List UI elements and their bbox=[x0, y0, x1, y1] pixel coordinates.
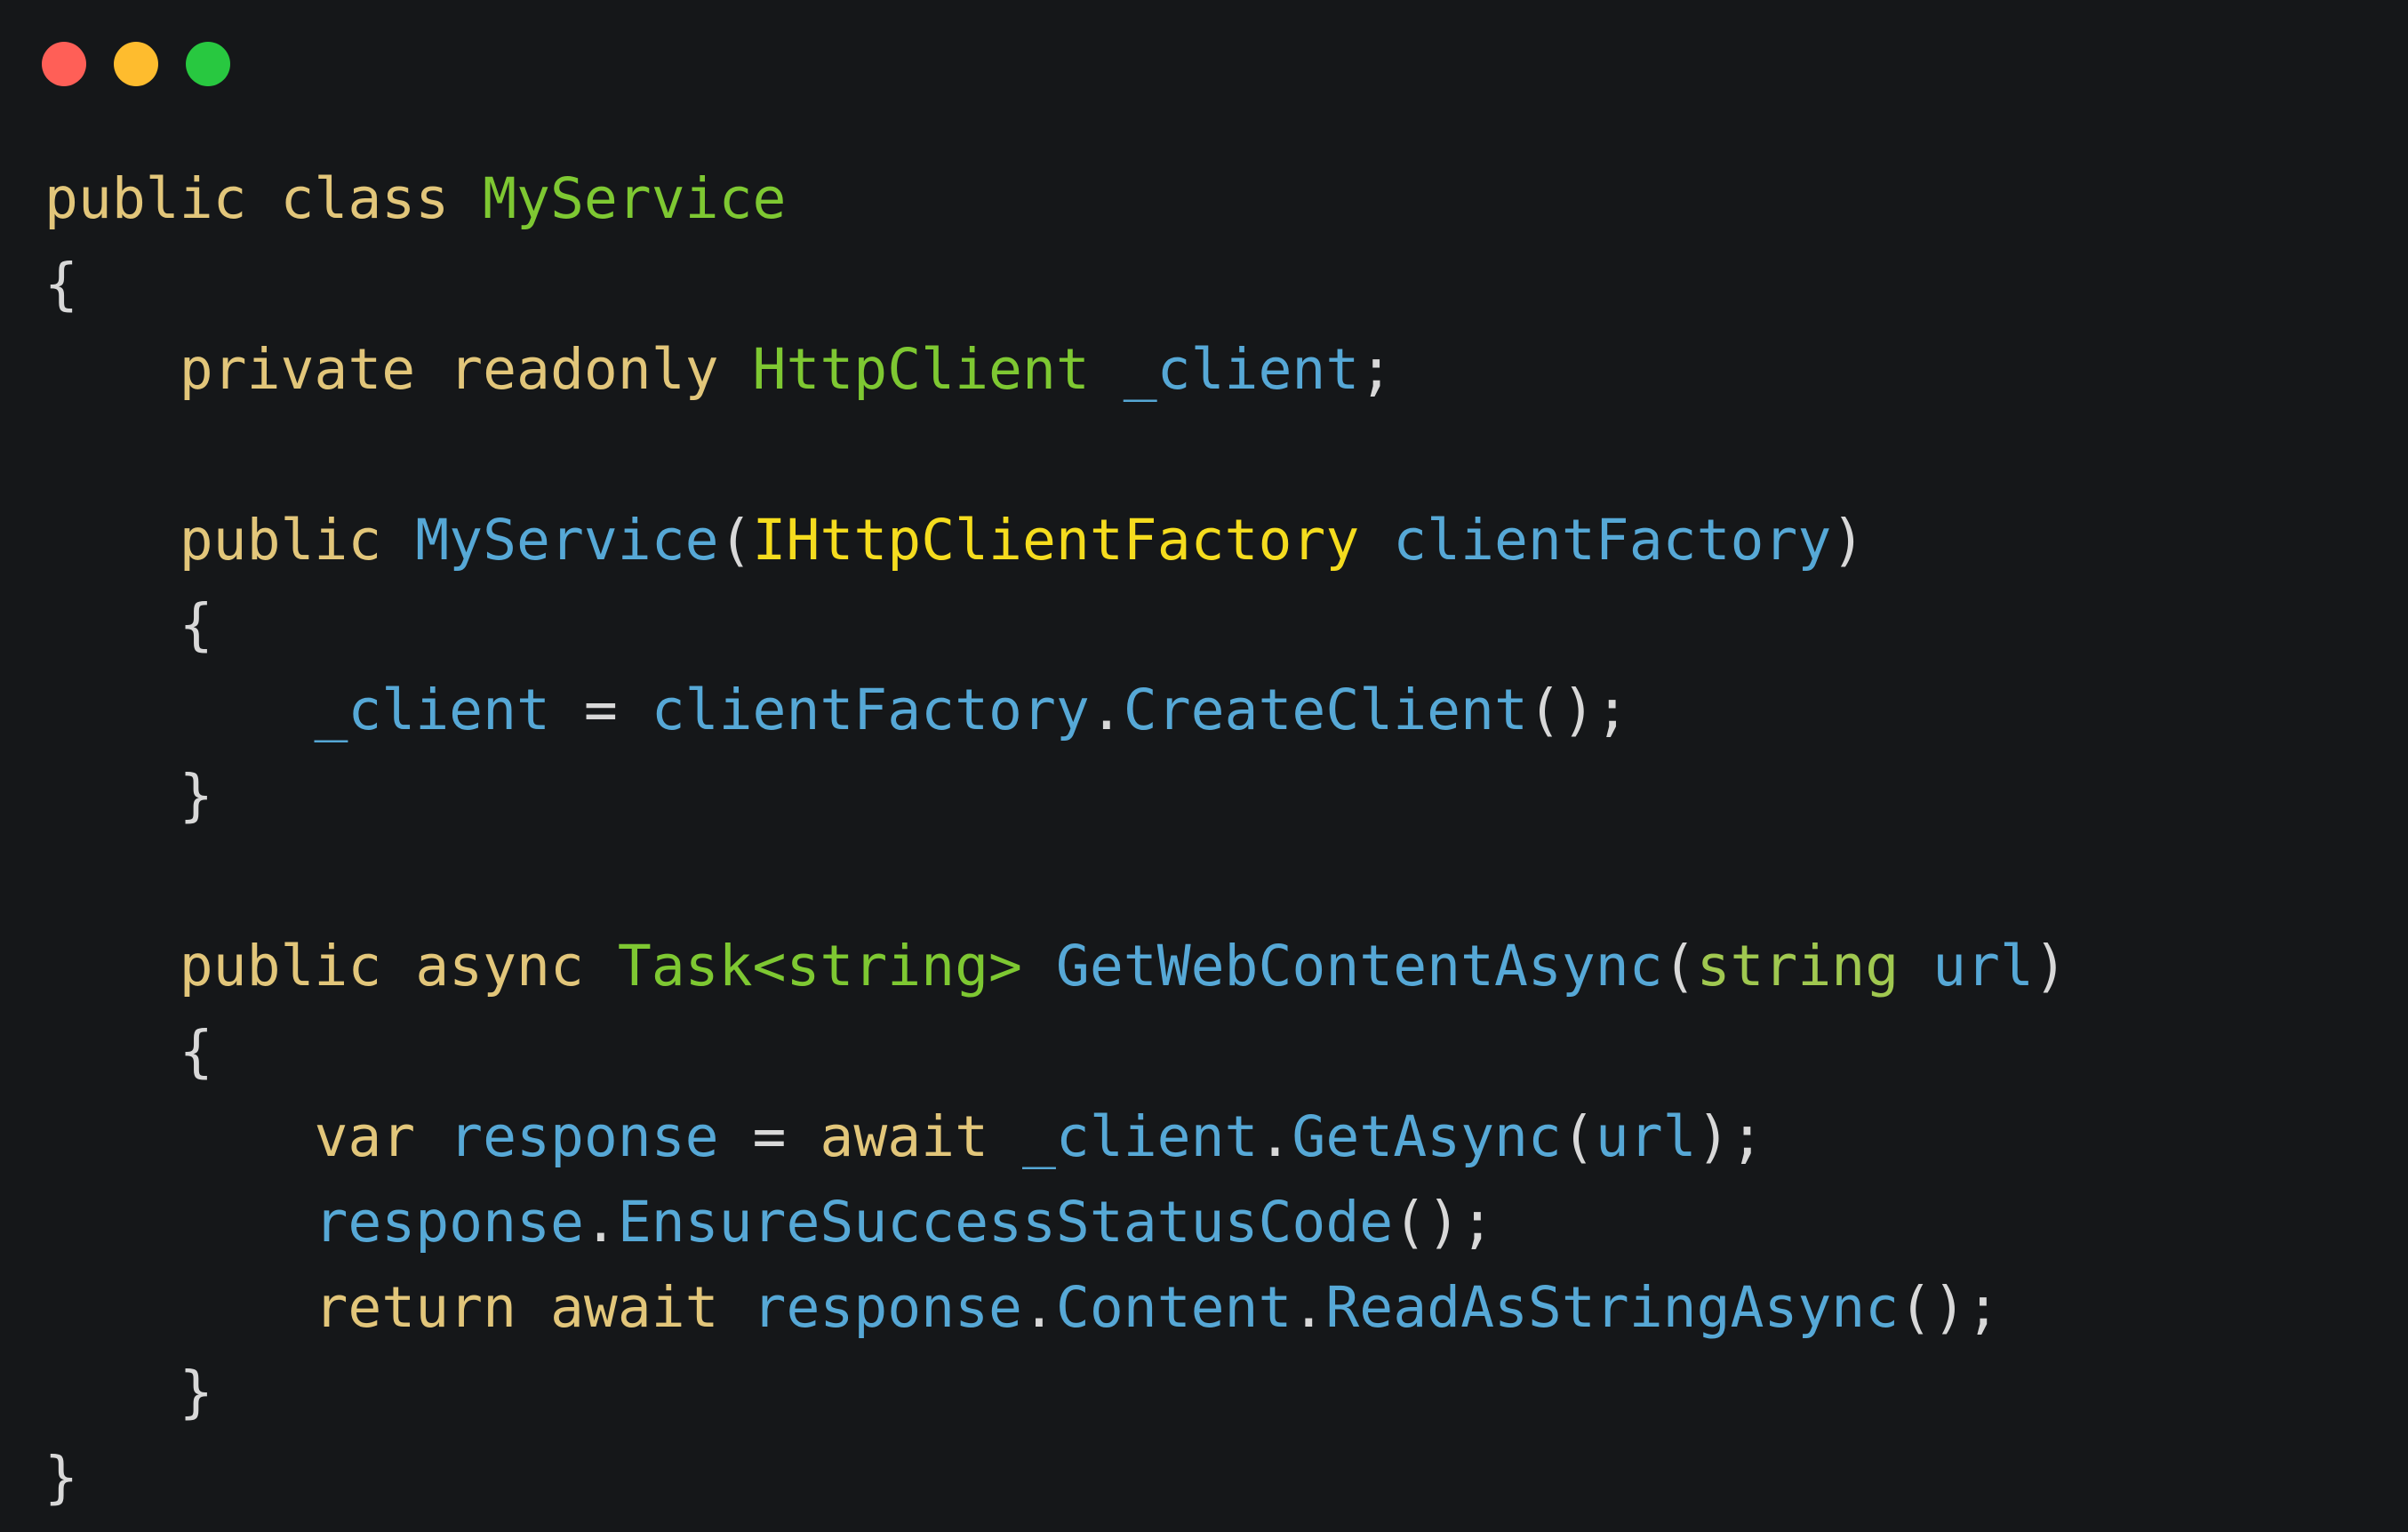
code-token-punctuation: ; bbox=[1359, 336, 1394, 402]
code-token-type_param: IHttpClientFactory bbox=[752, 507, 1394, 573]
code-token-identifier: url bbox=[1595, 1103, 1697, 1169]
code-token-punctuation: . bbox=[1258, 1103, 1292, 1169]
code-token-punctuation: (); bbox=[1393, 1189, 1494, 1255]
code-token-type: MyService bbox=[483, 166, 787, 231]
code-token-punctuation: ( bbox=[718, 507, 753, 573]
code-line: _client = clientFactory.CreateClient(); bbox=[44, 668, 2068, 753]
code-token-keyword: public class bbox=[44, 166, 484, 231]
code-token-punctuation bbox=[44, 337, 180, 402]
code-token-punctuation: ); bbox=[1696, 1103, 1764, 1169]
code-line: response.EnsureSuccessStatusCode(); bbox=[44, 1180, 2068, 1265]
code-token-identifier: GetWebContentAsync bbox=[1055, 934, 1663, 999]
code-line: return await response.Content.ReadAsStri… bbox=[44, 1265, 2068, 1351]
code-line: public class MyService bbox=[44, 156, 2068, 242]
code-token-identifier: EnsureSuccessStatusCode bbox=[617, 1189, 1394, 1255]
code-token-keyword: return await bbox=[314, 1274, 753, 1340]
code-line: } bbox=[44, 1350, 2068, 1435]
code-token-punctuation: (); bbox=[1527, 678, 1629, 743]
code-token-punctuation bbox=[44, 678, 314, 742]
code-token-identifier: clientFactory bbox=[1393, 507, 1832, 573]
code-token-identifier: _client bbox=[1123, 336, 1360, 402]
code-token-punctuation: . bbox=[583, 1189, 618, 1255]
code-token-string_type: string bbox=[1696, 934, 1933, 999]
code-token-punctuation bbox=[44, 508, 180, 573]
code-token-keyword: public async bbox=[179, 934, 618, 999]
code-token-identifier: response bbox=[314, 1189, 584, 1255]
code-token-identifier: _client bbox=[1021, 1103, 1259, 1169]
code-token-punctuation bbox=[44, 1190, 314, 1255]
code-token-keyword: var bbox=[314, 1103, 450, 1169]
code-line: { bbox=[44, 1009, 2068, 1095]
code-token-identifier: CreateClient bbox=[1123, 678, 1528, 743]
code-token-punctuation: ( bbox=[1561, 1103, 1596, 1169]
code-token-punctuation: = bbox=[752, 1103, 820, 1169]
code-token-identifier: _client bbox=[314, 678, 584, 743]
code-token-punctuation: = bbox=[583, 678, 652, 743]
code-line: } bbox=[44, 753, 2068, 838]
code-token-identifier: response bbox=[449, 1103, 753, 1169]
window-controls bbox=[42, 42, 230, 86]
code-line: var response = await _client.GetAsync(ur… bbox=[44, 1095, 2068, 1180]
code-line: public MyService(IHttpClientFactory clie… bbox=[44, 498, 2068, 583]
code-token-punctuation: { bbox=[44, 251, 78, 317]
code-token-punctuation: } bbox=[44, 1445, 78, 1511]
code-token-identifier: MyService bbox=[415, 507, 719, 573]
code-token-identifier: Content bbox=[1055, 1274, 1292, 1340]
code-token-punctuation bbox=[44, 934, 180, 999]
code-line: { bbox=[44, 582, 2068, 668]
code-token-punctuation: . bbox=[1089, 678, 1124, 743]
code-token-punctuation: } bbox=[44, 763, 213, 829]
minimize-button[interactable] bbox=[114, 42, 158, 86]
code-token-punctuation: ) bbox=[2033, 934, 2068, 999]
code-token-punctuation: } bbox=[44, 1360, 213, 1425]
code-line: private readonly HttpClient _client; bbox=[44, 327, 2068, 413]
code-token-keyword: private readonly bbox=[179, 336, 753, 402]
code-token-identifier: response bbox=[752, 1274, 1022, 1340]
code-token-punctuation: { bbox=[44, 1018, 213, 1084]
code-token-identifier: GetAsync bbox=[1292, 1103, 1562, 1169]
code-token-keyword: await bbox=[820, 1103, 1022, 1169]
code-line: { bbox=[44, 242, 2068, 327]
code-token-punctuation: ) bbox=[1831, 507, 1866, 573]
code-token-punctuation: { bbox=[44, 592, 213, 658]
code-token-punctuation: (); bbox=[1899, 1274, 2000, 1340]
code-line: public async Task<string> GetWebContentA… bbox=[44, 924, 2068, 1009]
close-button[interactable] bbox=[42, 42, 86, 86]
code-token-type: Task<string> bbox=[617, 934, 1056, 999]
code-token-identifier: url bbox=[1932, 934, 2034, 999]
code-line: } bbox=[44, 1435, 2068, 1520]
code-token-punctuation: . bbox=[1021, 1274, 1056, 1340]
code-token-punctuation bbox=[44, 1104, 314, 1169]
code-token-identifier: clientFactory bbox=[651, 678, 1090, 743]
code-token-keyword: public bbox=[179, 507, 416, 573]
code-block: public class MyService { private readonly… bbox=[44, 156, 2068, 1520]
code-token-punctuation: ( bbox=[1662, 934, 1697, 999]
code-token-identifier: ReadAsStringAsync bbox=[1325, 1274, 1900, 1340]
zoom-button[interactable] bbox=[186, 42, 230, 86]
code-token-punctuation: . bbox=[1292, 1274, 1326, 1340]
code-token-punctuation bbox=[44, 1275, 314, 1340]
code-token-type: HttpClient bbox=[752, 336, 1124, 402]
code-window: public class MyService { private readonly… bbox=[0, 0, 2408, 1532]
